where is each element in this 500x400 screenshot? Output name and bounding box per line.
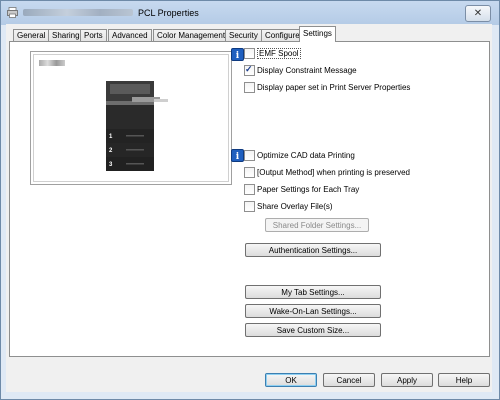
display-constraint-label[interactable]: Display Constraint Message bbox=[257, 66, 357, 75]
optimize-cad-label[interactable]: Optimize CAD data Printing bbox=[257, 151, 355, 160]
shared-folder-settings-button[interactable]: Shared Folder Settings... bbox=[265, 218, 369, 232]
info-icon[interactable]: i bbox=[231, 48, 244, 61]
window-title: PCL Properties bbox=[138, 8, 199, 18]
save-custom-size-button[interactable]: Save Custom Size... bbox=[245, 323, 381, 337]
printer-image bbox=[106, 81, 168, 171]
model-name-redacted bbox=[39, 60, 65, 66]
emf-spool-checkbox[interactable] bbox=[244, 48, 255, 59]
share-overlay-checkbox[interactable] bbox=[244, 201, 255, 212]
tray-3-label: 3 bbox=[109, 162, 113, 168]
info-icon[interactable]: i bbox=[231, 149, 244, 162]
cancel-button[interactable]: Cancel bbox=[323, 373, 375, 387]
output-method-checkbox[interactable] bbox=[244, 167, 255, 178]
close-icon: ✕ bbox=[473, 8, 483, 19]
printer-preview: 1 2 3 bbox=[30, 51, 232, 185]
tray-2-label: 2 bbox=[109, 148, 113, 154]
svg-text:i: i bbox=[236, 51, 240, 61]
display-constraint-checkbox[interactable] bbox=[244, 64, 255, 76]
close-button[interactable]: ✕ bbox=[465, 5, 491, 22]
display-paper-set-label[interactable]: Display paper set in Print Server Proper… bbox=[257, 83, 410, 92]
ok-button[interactable]: OK bbox=[265, 373, 317, 387]
tab-settings[interactable]: Settings bbox=[299, 26, 336, 42]
paper-settings-tray-label[interactable]: Paper Settings for Each Tray bbox=[257, 185, 359, 194]
authentication-settings-button[interactable]: Authentication Settings... bbox=[245, 243, 381, 257]
tray-1-label: 1 bbox=[109, 134, 113, 140]
title-bar[interactable]: PCL Properties ✕ bbox=[1, 1, 499, 25]
title-redacted bbox=[23, 9, 133, 16]
my-tab-settings-button[interactable]: My Tab Settings... bbox=[245, 285, 381, 299]
help-button[interactable]: Help bbox=[438, 373, 490, 387]
wake-on-lan-settings-button[interactable]: Wake-On-Lan Settings... bbox=[245, 304, 381, 318]
apply-button[interactable]: Apply bbox=[381, 373, 433, 387]
printer-icon bbox=[7, 7, 18, 18]
output-method-label[interactable]: [Output Method] when printing is preserv… bbox=[257, 168, 410, 177]
share-overlay-label[interactable]: Share Overlay File(s) bbox=[257, 202, 333, 211]
paper-settings-tray-checkbox[interactable] bbox=[244, 184, 255, 195]
optimize-cad-checkbox[interactable] bbox=[244, 150, 255, 161]
display-paper-set-checkbox[interactable] bbox=[244, 82, 255, 93]
svg-text:i: i bbox=[236, 152, 240, 162]
preview-frame: 1 2 3 bbox=[33, 54, 229, 182]
emf-spool-label[interactable]: EMF Spool bbox=[257, 48, 301, 59]
